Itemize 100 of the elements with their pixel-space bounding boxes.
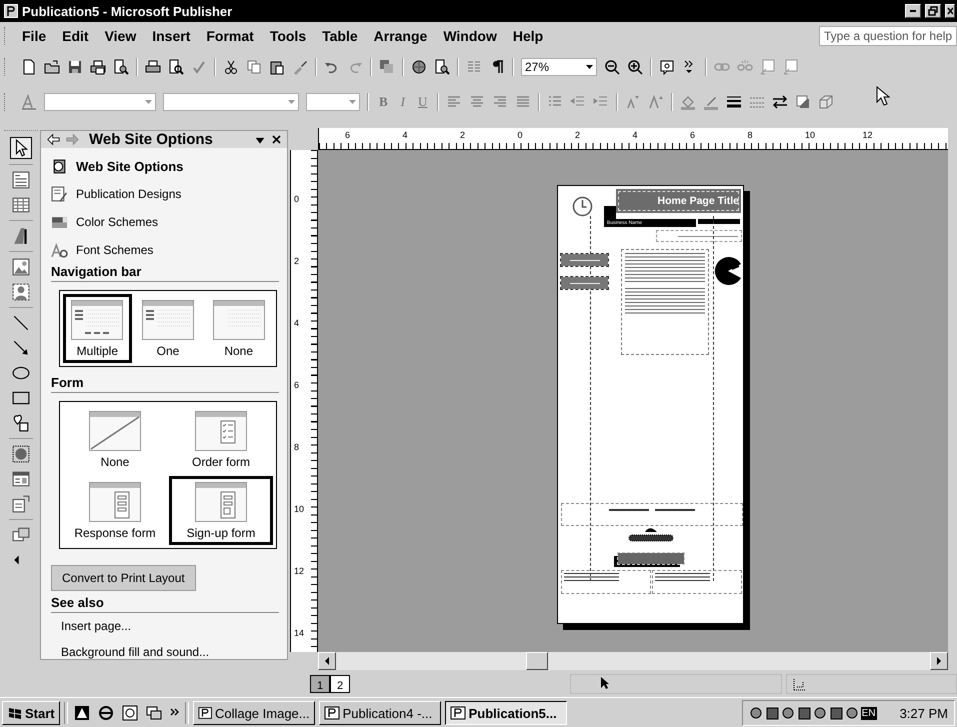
page-tab[interactable]: 1: [310, 674, 330, 692]
convert-button[interactable]: Convert to Print Layout: [51, 565, 196, 591]
copy-icon[interactable]: [246, 59, 262, 75]
paint-bucket-icon[interactable]: [680, 94, 696, 110]
ruler-number: 4: [632, 129, 639, 142]
hot-spot-icon[interactable]: [11, 444, 31, 464]
horizontal-scrollbar[interactable]: [318, 652, 948, 670]
scissors-icon[interactable]: [223, 59, 239, 75]
minimize-button[interactable]: [905, 4, 921, 18]
chevron-icon[interactable]: [170, 708, 179, 718]
tray-icon[interactable]: [764, 706, 780, 720]
shapes-icon[interactable]: [11, 413, 31, 433]
taskbar-button[interactable]: Collage Image...: [192, 701, 315, 725]
start-button[interactable]: Start: [2, 701, 60, 725]
form-control-icon[interactable]: [11, 469, 31, 489]
menu-item[interactable]: Arrange: [366, 28, 436, 44]
layout-option[interactable]: Multiple: [63, 294, 132, 363]
menu-item[interactable]: View: [96, 28, 144, 44]
menu-item[interactable]: Help: [504, 28, 552, 44]
print-preview-icon[interactable]: [168, 59, 184, 75]
menu-item[interactable]: Window: [435, 28, 505, 44]
tray-icon[interactable]: [844, 706, 860, 720]
help-icon[interactable]: [659, 59, 675, 75]
blank-page-icon[interactable]: [21, 59, 37, 75]
menu-item[interactable]: Tools: [262, 28, 314, 44]
restore-button[interactable]: [925, 4, 941, 18]
ruler-number: 0: [293, 194, 300, 206]
clipboard-icon[interactable]: [269, 59, 285, 75]
tray-icon[interactable]: [828, 706, 844, 720]
menu-item[interactable]: Edit: [54, 28, 97, 44]
back-arrow-icon[interactable]: [47, 133, 60, 146]
see-also-link[interactable]: Background fill and sound...: [41, 639, 287, 665]
right-arrow-icon[interactable]: [936, 657, 942, 665]
shadow-icon[interactable]: [795, 94, 812, 110]
taskbar-button[interactable]: Publication5...: [444, 701, 567, 725]
zoom-in-icon[interactable]: [627, 59, 643, 75]
arrow-icon[interactable]: [11, 338, 31, 358]
ruler-number: 6: [690, 129, 696, 142]
form-option[interactable]: None: [63, 405, 167, 474]
zoom-out-icon[interactable]: [604, 59, 620, 75]
html-fragment-icon[interactable]: [11, 494, 31, 514]
pen-icon[interactable]: [703, 94, 720, 110]
task-pane-link[interactable]: Color Schemes: [51, 208, 287, 236]
triangle-icon[interactable]: [74, 705, 90, 721]
layout-option[interactable]: None: [204, 294, 274, 363]
close-button[interactable]: [945, 4, 955, 18]
section-heading: Form: [51, 375, 279, 393]
styles-icon[interactable]: [21, 94, 37, 110]
text-box-icon[interactable]: [11, 170, 31, 190]
tray-icon[interactable]: [812, 706, 828, 720]
folder-icon[interactable]: [44, 59, 60, 75]
check-mark-icon[interactable]: [191, 59, 207, 75]
help-search-field[interactable]: Type a question for help: [819, 26, 957, 46]
tray-icon[interactable]: [796, 706, 812, 720]
left-arrow-icon[interactable]: [324, 657, 330, 665]
browser-icon[interactable]: [98, 705, 114, 721]
cube-icon[interactable]: [818, 94, 834, 110]
printer-page-icon[interactable]: [90, 59, 106, 75]
restore-icon: [928, 6, 938, 16]
window-stack-icon[interactable]: [146, 705, 162, 721]
menu-item[interactable]: Table: [314, 28, 366, 44]
caret-icon: [349, 100, 356, 104]
menu-item[interactable]: Insert: [144, 28, 198, 44]
menu-item[interactable]: File: [14, 28, 54, 44]
form-option[interactable]: Order form: [169, 405, 273, 474]
brush-icon[interactable]: [292, 59, 308, 75]
taskbar-button[interactable]: Publication4 -...: [318, 701, 441, 725]
line-icon[interactable]: [11, 313, 31, 333]
zoom-field[interactable]: 27%: [521, 58, 597, 76]
task-pane-link[interactable]: Font Schemes: [51, 236, 287, 264]
scroll-thumb[interactable]: [526, 652, 548, 670]
printer-icon[interactable]: [145, 59, 161, 75]
line-style-icon[interactable]: [726, 94, 742, 110]
text-frame-icon[interactable]: [760, 59, 776, 75]
language-indicator[interactable]: EN: [860, 706, 877, 720]
ruler-number: 4: [402, 129, 409, 142]
menu-item[interactable]: Format: [198, 28, 262, 44]
header-strip: [698, 219, 740, 224]
web-preview-icon[interactable]: [434, 59, 450, 75]
magnifier-page-icon[interactable]: [113, 59, 129, 75]
form-option[interactable]: Sign-up form: [169, 476, 273, 545]
table-icon[interactable]: [11, 195, 31, 215]
ruler-number: 14: [293, 628, 306, 640]
clip-art-icon[interactable]: [11, 282, 31, 302]
task-pane-link[interactable]: Web Site Options: [51, 152, 287, 180]
layers-icon[interactable]: [379, 59, 395, 75]
tray-icon[interactable]: [780, 706, 796, 720]
close-icon[interactable]: [272, 135, 281, 144]
globe-icon[interactable]: [411, 59, 427, 75]
page-layout-icon: [195, 482, 247, 522]
arrow-style-icon[interactable]: [772, 94, 788, 110]
pointer-icon[interactable]: [10, 137, 32, 159]
task-pane-link[interactable]: Publication Designs: [51, 180, 287, 208]
picture-frame-icon[interactable]: [11, 257, 31, 277]
see-also-link[interactable]: Insert page...: [41, 613, 287, 639]
layout-option[interactable]: One: [134, 294, 202, 363]
text-frame-icon[interactable]: [783, 59, 799, 75]
tray-icon[interactable]: [748, 706, 764, 720]
page-tab[interactable]: 2: [330, 674, 350, 692]
form-option[interactable]: Response form: [63, 476, 167, 545]
